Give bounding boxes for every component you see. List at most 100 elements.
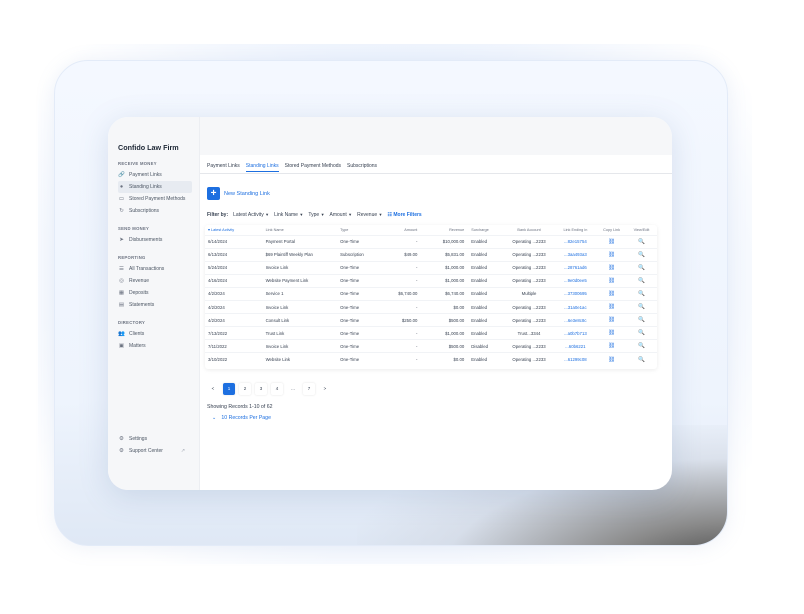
bank-icon: ▦ <box>118 290 125 296</box>
chevron-down-icon: ⌄ <box>212 415 217 421</box>
sidebar-item-label: Disbursements <box>129 237 163 243</box>
cell-link-name: Invoice Link <box>262 260 338 275</box>
header-surcharge[interactable]: Surcharge <box>468 225 504 235</box>
header-latest-activity[interactable]: ▾ Latest Activity <box>205 225 263 235</box>
cell-link-ending[interactable]: ...6e3e8c8c <box>553 313 598 327</box>
more-filters-label: More Filters <box>393 212 422 218</box>
view-edit-icon[interactable]: 🔍 <box>626 352 657 366</box>
sidebar-item-matters[interactable]: ▣ Matters <box>118 340 192 352</box>
filter-link-name[interactable]: Link Name ▼ <box>274 212 303 218</box>
cell-link-ending[interactable]: ...37300695 <box>553 286 598 301</box>
cell-surcharge: Enabled <box>468 352 505 366</box>
page-ellipsis: ... <box>291 386 295 391</box>
header-revenue[interactable]: Revenue <box>421 225 468 235</box>
copy-link-icon[interactable]: ⛓ <box>597 247 627 262</box>
sidebar-item-label: Payment Links <box>129 172 162 178</box>
sidebar-item-settings[interactable]: ⚙ Settings <box>118 433 192 445</box>
sidebar-item-support-center[interactable]: ⚙ Support Center ↗ <box>118 445 192 457</box>
view-edit-icon[interactable]: 🔍 <box>626 247 657 262</box>
page-2-button[interactable]: 2 <box>239 383 251 395</box>
sidebar-item-subscriptions[interactable]: ↻ Subscriptions <box>118 205 192 217</box>
filter-text: Type <box>308 212 320 218</box>
cell-link-ending[interactable]: ...a0b7b713 <box>553 326 598 340</box>
view-edit-icon[interactable]: 🔍 <box>626 339 657 353</box>
view-edit-icon[interactable]: 🔍 <box>626 273 657 288</box>
help-icon: ⚙ <box>119 448 124 454</box>
cell-link-ending[interactable]: ...31a0e1ac <box>553 299 598 314</box>
view-edit-icon[interactable]: 🔍 <box>626 313 657 327</box>
more-filters-button[interactable]: ☷ More Filters <box>388 212 422 218</box>
sidebar-item-statements[interactable]: ▤ Statements <box>118 299 192 311</box>
sidebar-item-all-transactions[interactable]: ☰ All Transactions <box>118 263 192 275</box>
page-1-button[interactable]: 1 <box>223 383 235 395</box>
copy-link-icon[interactable]: ⛓ <box>597 313 627 327</box>
header-type[interactable]: Type <box>337 225 382 235</box>
sidebar-item-label: Revenue <box>129 278 150 284</box>
cell-type: One-Time <box>337 339 382 353</box>
sidebar-item-stored-payment-methods[interactable]: ▭ Stored Payment Methods <box>118 193 192 205</box>
copy-link-icon[interactable]: ⛓ <box>597 286 627 301</box>
header-link-name[interactable]: Link Name <box>263 225 338 235</box>
sidebar-item-clients[interactable]: 👥 Clients <box>118 328 192 340</box>
new-standing-link-button[interactable]: + New Standing Link <box>207 187 270 200</box>
tab-standing-links[interactable]: Standing Links <box>245 163 279 172</box>
cell-surcharge: Enabled <box>468 247 505 262</box>
cell-link-ending[interactable]: ...82e15754 <box>553 234 598 249</box>
cell-type: One-Time <box>337 286 382 301</box>
header-link-ending[interactable]: Link Ending in <box>554 225 598 235</box>
cell-link-name: Consult Link <box>262 313 338 327</box>
copy-link-icon[interactable]: ⛓ <box>597 260 627 275</box>
copy-link-icon[interactable]: ⛓ <box>597 234 627 249</box>
next-page-button[interactable]: > <box>319 383 331 395</box>
copy-link-icon[interactable]: ⛓ <box>597 299 627 314</box>
cell-link-ending[interactable]: ...61299c08 <box>553 352 598 366</box>
tab-subscriptions[interactable]: Subscriptions <box>347 163 377 172</box>
cell-link-ending[interactable]: ...9e0d0ee5 <box>553 273 598 288</box>
copy-link-icon[interactable]: ⛓ <box>597 326 627 340</box>
section-directory: DIRECTORY <box>118 320 146 325</box>
header-text: Latest Activity <box>210 228 235 233</box>
view-edit-icon[interactable]: 🔍 <box>626 234 657 249</box>
cell-latest-activity: 7/13/2022 <box>205 326 263 340</box>
page-3-button[interactable]: 3 <box>255 383 267 395</box>
cell-bank-account: Operating ...2233 <box>504 234 554 249</box>
sidebar-item-disbursements[interactable]: ➤ Disbursements <box>118 234 192 246</box>
cell-revenue: $5,831.00 <box>421 247 469 262</box>
cell-revenue: $1,000.00 <box>421 260 469 275</box>
records-per-page-select[interactable]: ⌄ 10 Records Per Page <box>212 415 271 421</box>
copy-link-icon[interactable]: ⛓ <box>597 273 627 288</box>
cell-link-name: Invoice Link <box>262 299 338 314</box>
filter-amount[interactable]: Amount ▼ <box>330 212 353 218</box>
header-amount[interactable]: Amount <box>382 225 421 235</box>
cell-revenue: $6,740.00 <box>421 286 469 301</box>
filter-text: Amount <box>329 212 347 218</box>
tab-payment-links[interactable]: Payment Links <box>207 163 240 172</box>
view-edit-icon[interactable]: 🔍 <box>626 326 657 340</box>
filter-revenue[interactable]: Revenue ▼ <box>357 212 382 218</box>
cell-amount: - <box>381 260 422 275</box>
sidebar-item-revenue[interactable]: ◎ Revenue <box>118 275 192 287</box>
cell-link-ending[interactable]: ...60b6221 <box>553 339 598 353</box>
sidebar-item-deposits[interactable]: ▦ Deposits <box>118 287 192 299</box>
copy-link-icon[interactable]: ⛓ <box>597 352 627 366</box>
sidebar-item-standing-links[interactable]: ● Standing Links <box>118 181 192 193</box>
cell-link-ending[interactable]: ...28761ad6 <box>553 260 598 275</box>
page-7-button[interactable]: 7 <box>303 383 315 395</box>
view-edit-icon[interactable]: 🔍 <box>626 260 657 275</box>
cell-latest-activity: 4/2/2024 <box>205 313 263 327</box>
filter-latest-activity[interactable]: Latest Activity ▼ <box>233 212 269 218</box>
filter-icon: ☷ <box>387 212 392 218</box>
view-edit-icon[interactable]: 🔍 <box>626 299 657 314</box>
cell-link-ending[interactable]: ...3aa493a3 <box>553 247 598 262</box>
page-4-button[interactable]: 4 <box>271 383 283 395</box>
top-bar <box>200 117 672 155</box>
filter-type[interactable]: Type ▼ <box>308 212 324 218</box>
header-bank-account[interactable]: Bank Account <box>505 225 554 235</box>
view-edit-icon[interactable]: 🔍 <box>626 286 657 301</box>
tab-stored-payment-methods[interactable]: Stored Payment Methods <box>285 163 341 172</box>
cell-revenue: $0.00 <box>421 352 469 366</box>
copy-link-icon[interactable]: ⛓ <box>597 339 627 353</box>
prev-page-button[interactable]: < <box>207 383 219 395</box>
table-row: 4/2/2024 Consult Link One-Time $250.00 $500.… <box>205 313 657 327</box>
sidebar-item-payment-links[interactable]: 🔗 Payment Links <box>118 169 192 181</box>
